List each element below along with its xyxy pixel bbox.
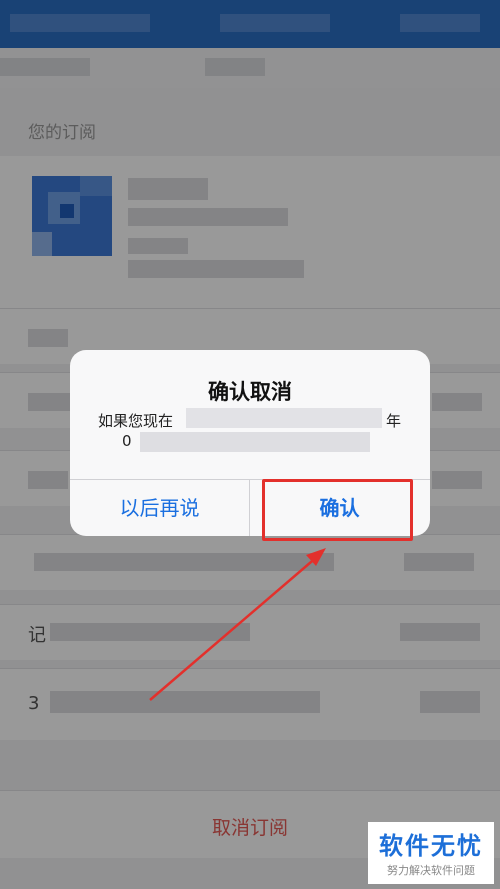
- watermark-tagline: 努力解决软件问题: [387, 864, 475, 877]
- watermark-logo: 软件无忧 努力解决软件问题: [368, 822, 494, 884]
- pointer-arrow-icon: [149, 548, 326, 701]
- watermark-brand: 软件无忧: [379, 832, 483, 860]
